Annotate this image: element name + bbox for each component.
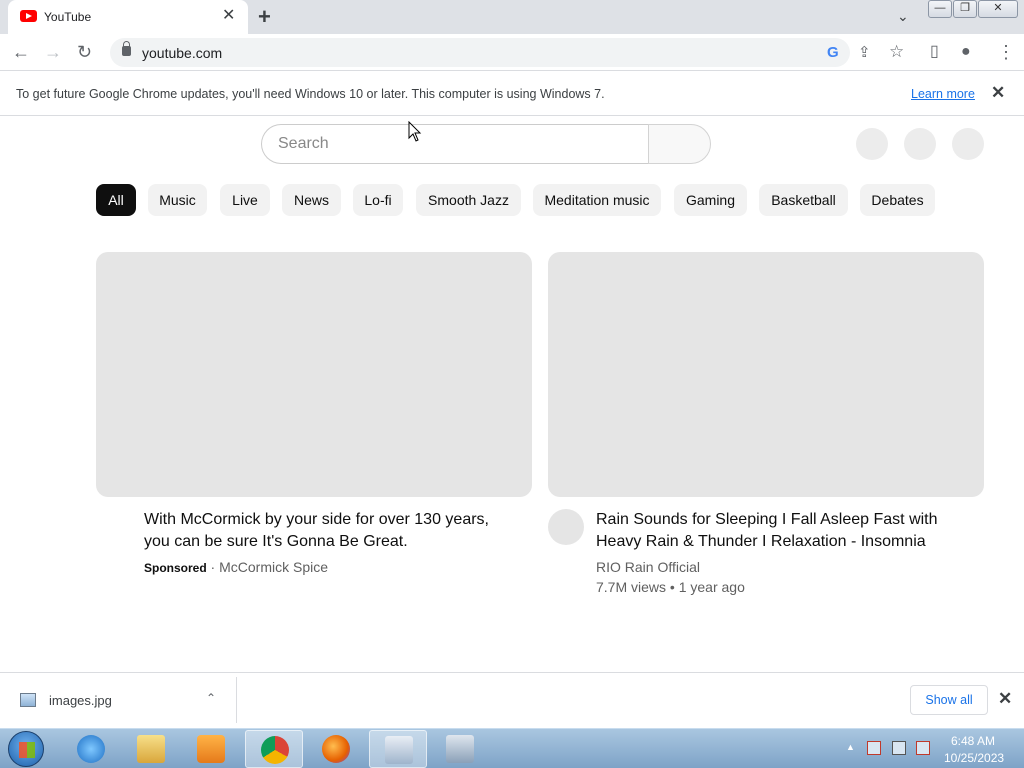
infobar-close-icon[interactable]: ✕: [991, 83, 1005, 103]
chip-basketball[interactable]: Basketball: [759, 184, 848, 216]
download-filename[interactable]: images.jpg: [49, 693, 112, 708]
video-thumbnail[interactable]: [548, 252, 984, 497]
tab-youtube[interactable]: YouTube ✕: [8, 0, 248, 34]
start-button[interactable]: [8, 731, 44, 767]
chip-smooth-jazz[interactable]: Smooth Jazz: [416, 184, 521, 216]
forward-icon[interactable]: →: [44, 42, 62, 62]
chip-news[interactable]: News: [282, 184, 341, 216]
minimize-button[interactable]: —: [928, 0, 952, 18]
search-input[interactable]: Search: [261, 124, 648, 164]
channel-name[interactable]: McCormick Spice: [219, 559, 328, 575]
learn-more-link[interactable]: Learn more: [911, 87, 975, 101]
mouse-cursor-icon: [408, 121, 422, 142]
tab-search-icon[interactable]: ⌄: [897, 8, 909, 25]
meta-separator: ·: [206, 559, 220, 575]
channel-avatar[interactable]: [548, 509, 584, 545]
window-close-button[interactable]: ✕: [978, 0, 1018, 18]
sponsored-label: Sponsored: [144, 561, 207, 575]
address-bar[interactable]: youtube.com G ⇪: [110, 38, 871, 67]
tab-strip: YouTube ✕ + ⌄ — ❐ ✕: [0, 0, 1024, 34]
browser-toolbar: ← → ↻ youtube.com G ⇪ ☆ ▯ ● ⋮: [0, 34, 1024, 71]
reload-icon[interactable]: ↻: [77, 42, 92, 62]
windows-taskbar: ▲ 6:48 AM 10/25/2023: [0, 728, 1024, 768]
chip-lofi[interactable]: Lo-fi: [353, 184, 403, 216]
profile-icon[interactable]: ●: [961, 42, 971, 62]
show-hidden-icons-icon[interactable]: ▲: [846, 742, 855, 752]
firefox-icon[interactable]: [307, 730, 365, 768]
download-bar: images.jpg ⌃ Show all ✕: [0, 672, 1024, 728]
clock-date[interactable]: 10/25/2023: [944, 751, 1004, 765]
search-button[interactable]: [648, 124, 711, 164]
video-title[interactable]: With McCormick by your side for over 130…: [144, 509, 504, 553]
chrome-taskbar-icon[interactable]: [245, 730, 303, 768]
video-meta: Sponsored · McCormick Spice: [144, 559, 328, 575]
tab-title: YouTube: [44, 10, 92, 24]
address-text[interactable]: youtube.com: [142, 45, 222, 61]
video-stats: 7.7M views • 1 year ago: [596, 579, 745, 595]
action-center-icon[interactable]: [867, 741, 881, 755]
chip-debates[interactable]: Debates: [860, 184, 935, 216]
video-title[interactable]: Rain Sounds for Sleeping I Fall Asleep F…: [596, 509, 966, 553]
volume-muted-icon[interactable]: [916, 741, 930, 755]
chip-all[interactable]: All: [96, 184, 136, 216]
infobar-message: To get future Google Chrome updates, you…: [16, 87, 605, 101]
bookmark-star-icon[interactable]: ☆: [889, 42, 904, 62]
divider: [236, 677, 237, 723]
chip-meditation-music[interactable]: Meditation music: [533, 184, 661, 216]
youtube-favicon-icon: [20, 10, 37, 22]
google-lens-icon[interactable]: G: [827, 44, 839, 61]
restore-button[interactable]: ❐: [953, 0, 977, 18]
network-icon[interactable]: [892, 741, 906, 755]
file-explorer-icon[interactable]: [122, 730, 180, 768]
header-icon-placeholder[interactable]: [856, 128, 888, 160]
chrome-menu-icon[interactable]: ⋮: [997, 42, 1015, 62]
clock-time[interactable]: 6:48 AM: [951, 734, 995, 748]
image-file-icon: [20, 693, 36, 707]
chevron-up-icon[interactable]: ⌃: [206, 691, 216, 705]
back-icon[interactable]: ←: [12, 42, 30, 62]
download-bar-close-icon[interactable]: ✕: [998, 689, 1012, 709]
video-thumbnail[interactable]: [96, 252, 532, 497]
tab-close-icon[interactable]: ✕: [222, 8, 235, 24]
avatar[interactable]: [952, 128, 984, 160]
chip-live[interactable]: Live: [220, 184, 270, 216]
show-all-button[interactable]: Show all: [910, 685, 988, 715]
side-panel-icon[interactable]: ▯: [930, 42, 939, 62]
internet-explorer-icon[interactable]: [62, 730, 120, 768]
new-tab-button[interactable]: +: [258, 6, 271, 28]
lock-icon[interactable]: [122, 41, 131, 56]
search-placeholder: Search: [278, 135, 329, 152]
on-screen-keyboard-icon[interactable]: [369, 730, 427, 768]
update-infobar: To get future Google Chrome updates, you…: [0, 72, 1024, 116]
channel-name[interactable]: RIO Rain Official: [596, 559, 700, 575]
chip-music[interactable]: Music: [148, 184, 207, 216]
share-icon[interactable]: ⇪: [858, 43, 871, 63]
chip-gaming[interactable]: Gaming: [674, 184, 747, 216]
calculator-icon[interactable]: [431, 730, 489, 768]
media-player-icon[interactable]: [182, 730, 240, 768]
header-icon-placeholder[interactable]: [904, 128, 936, 160]
